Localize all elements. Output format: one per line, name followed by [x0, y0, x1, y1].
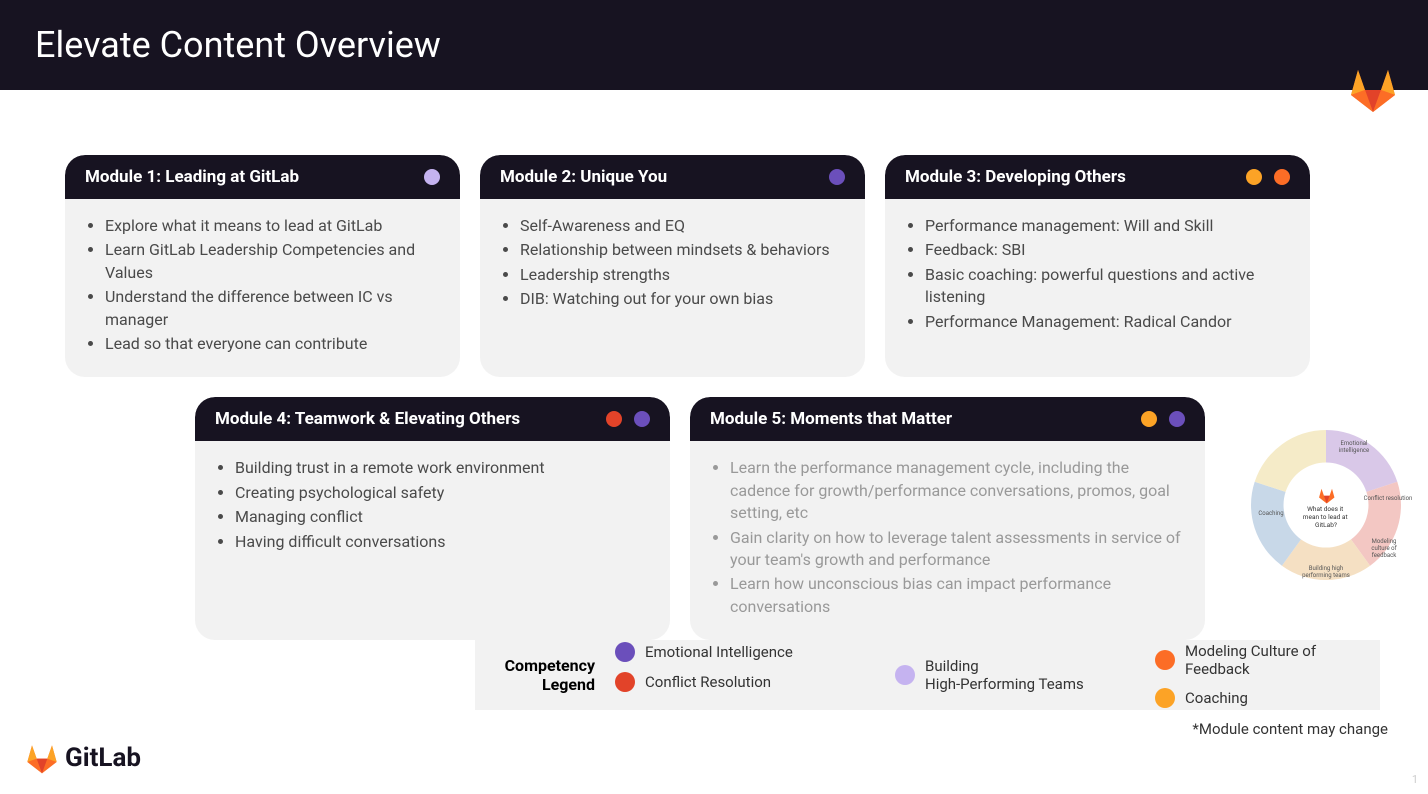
module-5-title: Module 5: Moments that Matter: [710, 409, 952, 429]
dot-coaching-icon: [1246, 169, 1262, 185]
gitlab-logo-icon: [1348, 65, 1398, 113]
list-item: Managing conflict: [235, 506, 650, 528]
module-3-title: Module 3: Developing Others: [905, 167, 1126, 187]
module-card-4: Module 4: Teamwork & Elevating Others Bu…: [195, 397, 670, 640]
list-item: Explore what it means to lead at GitLab: [105, 215, 440, 237]
wheel-segment-emotional: Emotionalintelligence: [1339, 440, 1369, 454]
module-card-3: Module 3: Developing Others Performance …: [885, 155, 1310, 377]
dot-conflict-icon: [606, 411, 622, 427]
legend-label: Emotional Intelligence: [645, 643, 793, 661]
module-1-body: Explore what it means to lead at GitLab …: [65, 199, 460, 377]
gitlab-brand-text: GitLab: [65, 743, 141, 773]
legend-label: BuildingHigh-Performing Teams: [925, 657, 1084, 693]
list-item: Feedback: SBI: [925, 239, 1290, 261]
module-card-1: Module 1: Leading at GitLab Explore what…: [65, 155, 460, 377]
module-2-title: Module 2: Unique You: [500, 167, 667, 187]
competency-wheel-diagram: What does it mean to lead at GitLab? Emo…: [1236, 415, 1416, 595]
legend-label: Coaching: [1185, 689, 1248, 707]
module-1-title: Module 1: Leading at GitLab: [85, 167, 299, 187]
list-item: Performance management: Will and Skill: [925, 215, 1290, 237]
list-item: Creating psychological safety: [235, 482, 650, 504]
gitlab-footer-logo: GitLab: [25, 742, 141, 774]
footnote: *Module content may change: [1192, 720, 1388, 738]
wheel-segment-building: Building highperforming teams: [1302, 565, 1350, 579]
module-1-dots: [424, 169, 440, 185]
dot-conflict-icon: [615, 672, 635, 692]
list-item: DIB: Watching out for your own bias: [520, 288, 845, 310]
list-item: Gain clarity on how to leverage talent a…: [730, 527, 1185, 572]
module-4-body: Building trust in a remote work environm…: [195, 441, 670, 595]
list-item: Relationship between mindsets & behavior…: [520, 239, 845, 261]
dot-building-teams-icon: [424, 169, 440, 185]
legend-item-conflict: Conflict Resolution: [615, 672, 865, 692]
dot-emotional-icon: [1169, 411, 1185, 427]
list-item: Basic coaching: powerful questions and a…: [925, 264, 1290, 309]
module-3-body: Performance management: Will and Skill F…: [885, 199, 1310, 355]
legend-label: Modeling Culture ofFeedback: [1185, 642, 1316, 678]
legend-item-coaching: Coaching: [1155, 688, 1365, 708]
list-item: Self-Awareness and EQ: [520, 215, 845, 237]
module-1-header: Module 1: Leading at GitLab: [65, 155, 460, 199]
list-item: Learn the performance management cycle, …: [730, 457, 1185, 524]
dot-coaching-icon: [1155, 688, 1175, 708]
gitlab-logo-icon: [25, 742, 59, 774]
list-item: Performance Management: Radical Candor: [925, 311, 1290, 333]
module-4-header: Module 4: Teamwork & Elevating Others: [195, 397, 670, 441]
module-3-header: Module 3: Developing Others: [885, 155, 1310, 199]
module-3-dots: [1246, 169, 1290, 185]
competency-legend: Competency Legend Emotional Intelligence…: [475, 640, 1380, 710]
header-bar: Elevate Content Overview: [0, 0, 1428, 90]
module-card-2: Module 2: Unique You Self-Awareness and …: [480, 155, 865, 377]
legend-item-emotional: Emotional Intelligence: [615, 642, 865, 662]
wheel-segment-conflict: Conflict resolution: [1364, 495, 1413, 502]
page-title: Elevate Content Overview: [35, 24, 441, 66]
module-2-header: Module 2: Unique You: [480, 155, 865, 199]
list-item: Building trust in a remote work environm…: [235, 457, 650, 479]
list-item: Leadership strengths: [520, 264, 845, 286]
dot-emotional-icon: [829, 169, 845, 185]
legend-label: Conflict Resolution: [645, 673, 771, 691]
legend-title: Competency Legend: [490, 656, 595, 694]
module-card-5: Module 5: Moments that Matter Learn the …: [690, 397, 1205, 640]
content-area: Module 1: Leading at GitLab Explore what…: [0, 90, 1428, 640]
module-4-dots: [606, 411, 650, 427]
dot-modeling-icon: [1155, 650, 1175, 670]
list-item: Understand the difference between IC vs …: [105, 286, 440, 331]
dot-modeling-icon: [1274, 169, 1290, 185]
module-2-dots: [829, 169, 845, 185]
list-item: Learn GitLab Leadership Competencies and…: [105, 239, 440, 284]
list-item: Having difficult conversations: [235, 531, 650, 553]
list-item: Lead so that everyone can contribute: [105, 333, 440, 355]
module-5-header: Module 5: Moments that Matter: [690, 397, 1205, 441]
page-number: 1: [1412, 773, 1418, 786]
dot-emotional-icon: [634, 411, 650, 427]
module-2-body: Self-Awareness and EQ Relationship betwe…: [480, 199, 865, 333]
wheel-segment-modeling: Modelingculture offeedback: [1371, 538, 1397, 559]
module-5-body: Learn the performance management cycle, …: [690, 441, 1205, 640]
legend-item-building: BuildingHigh-Performing Teams: [895, 657, 1125, 693]
module-5-dots: [1141, 411, 1185, 427]
wheel-segment-coaching: Coaching: [1258, 510, 1283, 517]
module-4-title: Module 4: Teamwork & Elevating Others: [215, 409, 520, 429]
legend-item-modeling: Modeling Culture ofFeedback: [1155, 642, 1365, 678]
list-item: Learn how unconscious bias can impact pe…: [730, 573, 1185, 618]
dot-emotional-icon: [615, 642, 635, 662]
dot-building-icon: [895, 665, 915, 685]
dot-coaching-icon: [1141, 411, 1157, 427]
